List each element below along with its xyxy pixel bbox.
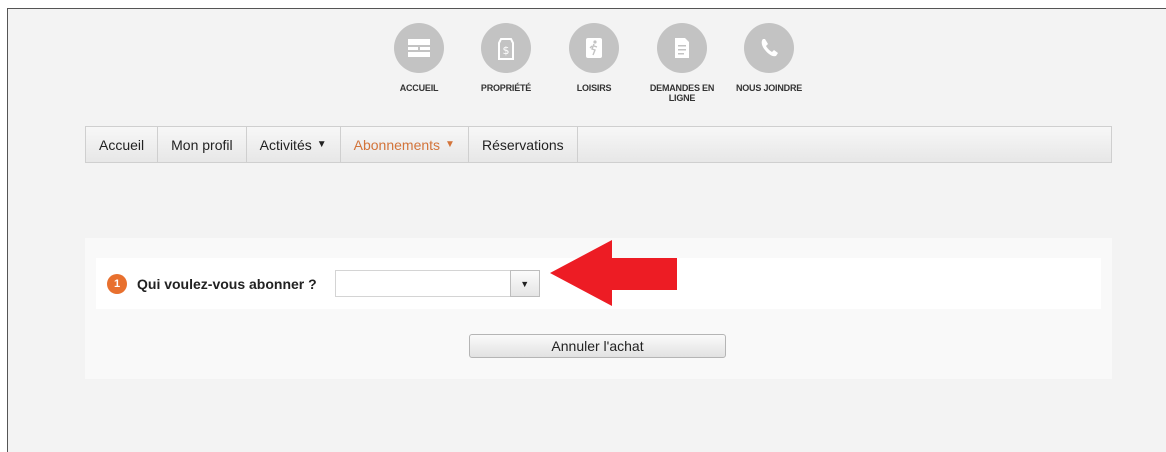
topnav-loisirs[interactable]: LOISIRS: [559, 9, 629, 93]
top-navigation: ACCUEIL $ PROPRIÉTÉ LOISIRS DEMANDES EN …: [8, 9, 1166, 129]
annotation-arrow-icon: [550, 240, 677, 306]
menu-reservations[interactable]: Réservations: [469, 127, 578, 162]
svg-text:$: $: [503, 44, 510, 57]
menu-label: Accueil: [99, 136, 145, 153]
menu-mon-profil[interactable]: Mon profil: [158, 127, 247, 162]
document-icon: [657, 23, 707, 73]
topnav-nous-joindre[interactable]: NOUS JOINDRE: [734, 9, 804, 93]
page-frame: ACCUEIL $ PROPRIÉTÉ LOISIRS DEMANDES EN …: [7, 8, 1166, 452]
menu-accueil[interactable]: Accueil: [86, 127, 159, 162]
menu-activites[interactable]: Activités ▼: [247, 127, 341, 162]
topnav-label: LOISIRS: [576, 83, 612, 93]
phone-icon: [744, 23, 794, 73]
topnav-label: ACCUEIL: [399, 83, 439, 93]
topnav-propriete[interactable]: $ PROPRIÉTÉ: [471, 9, 541, 93]
menu-label: Activités: [259, 136, 312, 153]
dropdown-button[interactable]: ▼: [509, 270, 540, 297]
topnav-label: NOUS JOINDRE: [735, 83, 803, 93]
caret-down-icon: ▼: [445, 139, 455, 150]
main-menu: Accueil Mon profil Activités ▼ Abonnemen…: [85, 126, 1112, 163]
menu-abonnements[interactable]: Abonnements ▼: [341, 127, 469, 162]
chevron-down-icon: ▼: [520, 278, 530, 289]
cancel-purchase-button[interactable]: Annuler l'achat: [469, 334, 726, 358]
topnav-label: PROPRIÉTÉ: [480, 83, 532, 93]
menu-label: Mon profil: [171, 136, 233, 153]
home-grid-icon: [394, 23, 444, 73]
step-question: Qui voulez-vous abonner ?: [137, 275, 317, 292]
caret-down-icon: ▼: [316, 139, 327, 150]
topnav-demandes[interactable]: DEMANDES EN LIGNE: [647, 9, 717, 103]
subscriber-select[interactable]: ▼: [334, 270, 540, 297]
step-badge: 1: [107, 273, 127, 294]
leisure-runner-icon: [569, 23, 619, 73]
property-tag-icon: $: [481, 23, 531, 73]
topnav-accueil[interactable]: ACCUEIL: [384, 9, 454, 93]
menu-label: Abonnements: [353, 136, 441, 153]
menu-label: Réservations: [481, 136, 564, 153]
topnav-label: DEMANDES EN LIGNE: [649, 83, 715, 103]
